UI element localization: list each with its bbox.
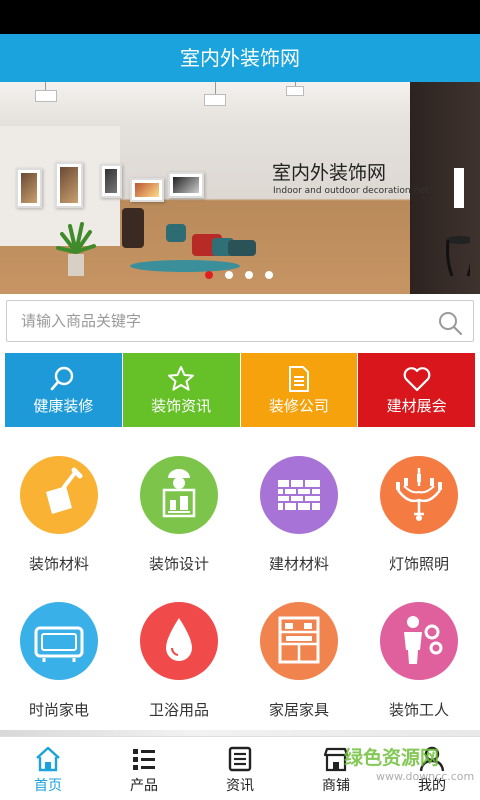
home-icon <box>36 746 60 772</box>
nav-label: 商铺 <box>322 778 350 794</box>
wall-frame <box>16 168 42 208</box>
list-icon <box>133 749 155 770</box>
category-label: 灯饰照明 <box>388 555 449 573</box>
quick-link-health[interactable]: 健康装修 <box>5 353 122 427</box>
nav-label: 产品 <box>130 778 158 794</box>
quick-link-label: 装饰资讯 <box>151 397 212 415</box>
nav-label: 资讯 <box>226 778 254 794</box>
lamp-cord <box>45 82 46 90</box>
banner-title: 室内外装饰网 <box>272 162 387 184</box>
designer-icon <box>162 469 196 518</box>
trowel-icon <box>46 467 83 514</box>
star-icon <box>168 366 195 391</box>
search-input[interactable] <box>21 309 421 333</box>
category-workers[interactable]: 装饰工人 <box>360 586 480 726</box>
brick-wall-icon <box>278 480 320 510</box>
quick-link-company[interactable]: 装修公司 <box>240 353 358 427</box>
page-title: 室内外装饰网 <box>0 34 480 82</box>
pendant-lamp <box>204 94 226 106</box>
stool <box>166 224 186 242</box>
search-icon[interactable] <box>437 310 463 336</box>
category-lighting[interactable]: 灯饰照明 <box>360 440 480 580</box>
pendant-lamp <box>35 90 57 102</box>
tv-icon <box>34 626 84 662</box>
heart-icon <box>403 367 431 392</box>
search-bar <box>6 300 474 342</box>
category-circle <box>140 456 218 534</box>
category-label: 卫浴用品 <box>148 701 209 719</box>
nav-label: 首页 <box>34 778 62 794</box>
category-decoration-design[interactable]: 装饰设计 <box>120 440 240 580</box>
watermark: 绿色资源网 <box>344 747 440 769</box>
nav-products[interactable]: 产品 <box>96 737 192 800</box>
category-circle <box>380 602 458 680</box>
banner-carousel[interactable]: 室内外装饰网 Indoor and outdoor decoration net <box>0 82 480 294</box>
chandelier-icon <box>396 468 442 521</box>
quick-link-label: 健康装修 <box>33 397 94 415</box>
stool <box>228 240 256 256</box>
wall-frame <box>100 164 122 198</box>
carousel-dot[interactable] <box>265 271 273 279</box>
category-label: 家居家具 <box>268 701 329 719</box>
quick-link-label: 建材展会 <box>386 397 447 415</box>
category-furniture[interactable]: 家居家具 <box>240 586 360 726</box>
news-icon <box>228 746 252 772</box>
worker-icon <box>404 616 443 664</box>
category-bathroom[interactable]: 卫浴用品 <box>120 586 240 726</box>
quick-link-expo[interactable]: 建材展会 <box>358 353 475 427</box>
quick-links: 健康装修 装饰资讯 装修公司 建材展会 <box>5 353 475 427</box>
category-circle <box>20 602 98 680</box>
banner-ceiling <box>0 82 480 126</box>
category-decoration-materials[interactable]: 装饰材料 <box>0 440 120 580</box>
category-circle <box>380 456 458 534</box>
document-icon <box>288 366 309 392</box>
plant-icon <box>56 222 96 276</box>
lamp-cord <box>215 82 216 94</box>
category-label: 建材材料 <box>268 555 329 573</box>
carousel-indicator <box>205 271 273 279</box>
status-bar <box>0 0 480 34</box>
water-drop-icon <box>166 618 192 661</box>
carousel-dot[interactable] <box>205 271 213 279</box>
category-label: 时尚家电 <box>28 701 89 719</box>
wall-frame <box>55 162 83 208</box>
category-label: 装饰工人 <box>388 701 449 719</box>
wall-frame <box>130 178 164 202</box>
quick-link-news[interactable]: 装饰资讯 <box>122 353 240 427</box>
category-building-materials[interactable]: 建材材料 <box>240 440 360 580</box>
side-table-icon <box>446 168 470 277</box>
nav-home[interactable]: 首页 <box>0 737 96 800</box>
banner-subtitle: Indoor and outdoor decoration net <box>273 186 429 196</box>
category-circle <box>140 602 218 680</box>
wall-frame <box>168 172 204 198</box>
quick-link-label: 装修公司 <box>268 397 329 415</box>
category-circle <box>20 456 98 534</box>
category-appliances[interactable]: 时尚家电 <box>0 586 120 726</box>
category-circle <box>260 456 338 534</box>
cabinet-icon <box>278 616 320 664</box>
display-stand <box>122 208 144 248</box>
search-icon <box>51 366 74 391</box>
category-circle <box>260 602 338 680</box>
category-label: 装饰材料 <box>28 555 89 573</box>
carousel-dot[interactable] <box>225 271 233 279</box>
pendant-lamp <box>286 86 304 96</box>
nav-news[interactable]: 资讯 <box>192 737 288 800</box>
category-label: 装饰设计 <box>148 555 209 573</box>
carousel-dot[interactable] <box>245 271 253 279</box>
watermark-url: www.downcc.com <box>376 770 475 783</box>
